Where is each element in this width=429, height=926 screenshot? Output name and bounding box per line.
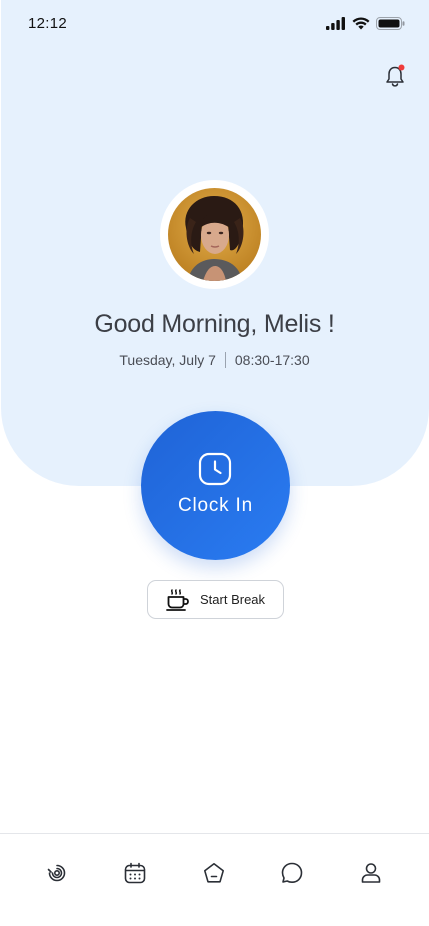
- coffee-cup-icon: [166, 588, 189, 611]
- profile-icon: [361, 863, 381, 883]
- nav-item-chat[interactable]: [277, 858, 307, 888]
- avatar[interactable]: [160, 180, 269, 289]
- notification-dot: [398, 64, 405, 71]
- shift-hours: 08:30-17:30: [234, 352, 310, 368]
- bell-icon: [386, 64, 405, 87]
- clock-icon: [198, 452, 232, 486]
- clock-in-label: Clock In: [177, 495, 254, 516]
- bottom-nav: [0, 834, 429, 926]
- nav-item-home[interactable]: [199, 858, 229, 888]
- clock-in-button[interactable]: Clock In: [141, 411, 290, 560]
- signal-icon: [326, 17, 345, 30]
- shift-separator: [224, 352, 226, 368]
- dashboard-icon: [47, 864, 66, 882]
- nav-item-dashboard[interactable]: [42, 858, 72, 888]
- status-bar: 12:12: [0, 0, 429, 48]
- start-break-label: Start Break: [200, 592, 266, 607]
- shift-date: Tuesday, July 7: [119, 352, 216, 368]
- status-time: 12:12: [28, 15, 68, 32]
- start-break-button[interactable]: Start Break: [147, 580, 284, 619]
- battery-icon: [376, 17, 405, 30]
- nav-item-profile[interactable]: [356, 858, 386, 888]
- notification-button[interactable]: [384, 63, 408, 89]
- calendar-icon: [124, 862, 146, 884]
- shift-info: Tuesday, July 7 08:30-17:30: [0, 352, 429, 368]
- chat-icon: [281, 862, 303, 883]
- status-icons: [326, 17, 405, 30]
- nav-item-calendar[interactable]: [120, 858, 150, 888]
- wifi-icon: [352, 17, 370, 30]
- avatar-photo: [168, 188, 261, 281]
- greeting-title: Good Morning, Melis !: [94, 310, 335, 338]
- home-icon: [204, 863, 224, 883]
